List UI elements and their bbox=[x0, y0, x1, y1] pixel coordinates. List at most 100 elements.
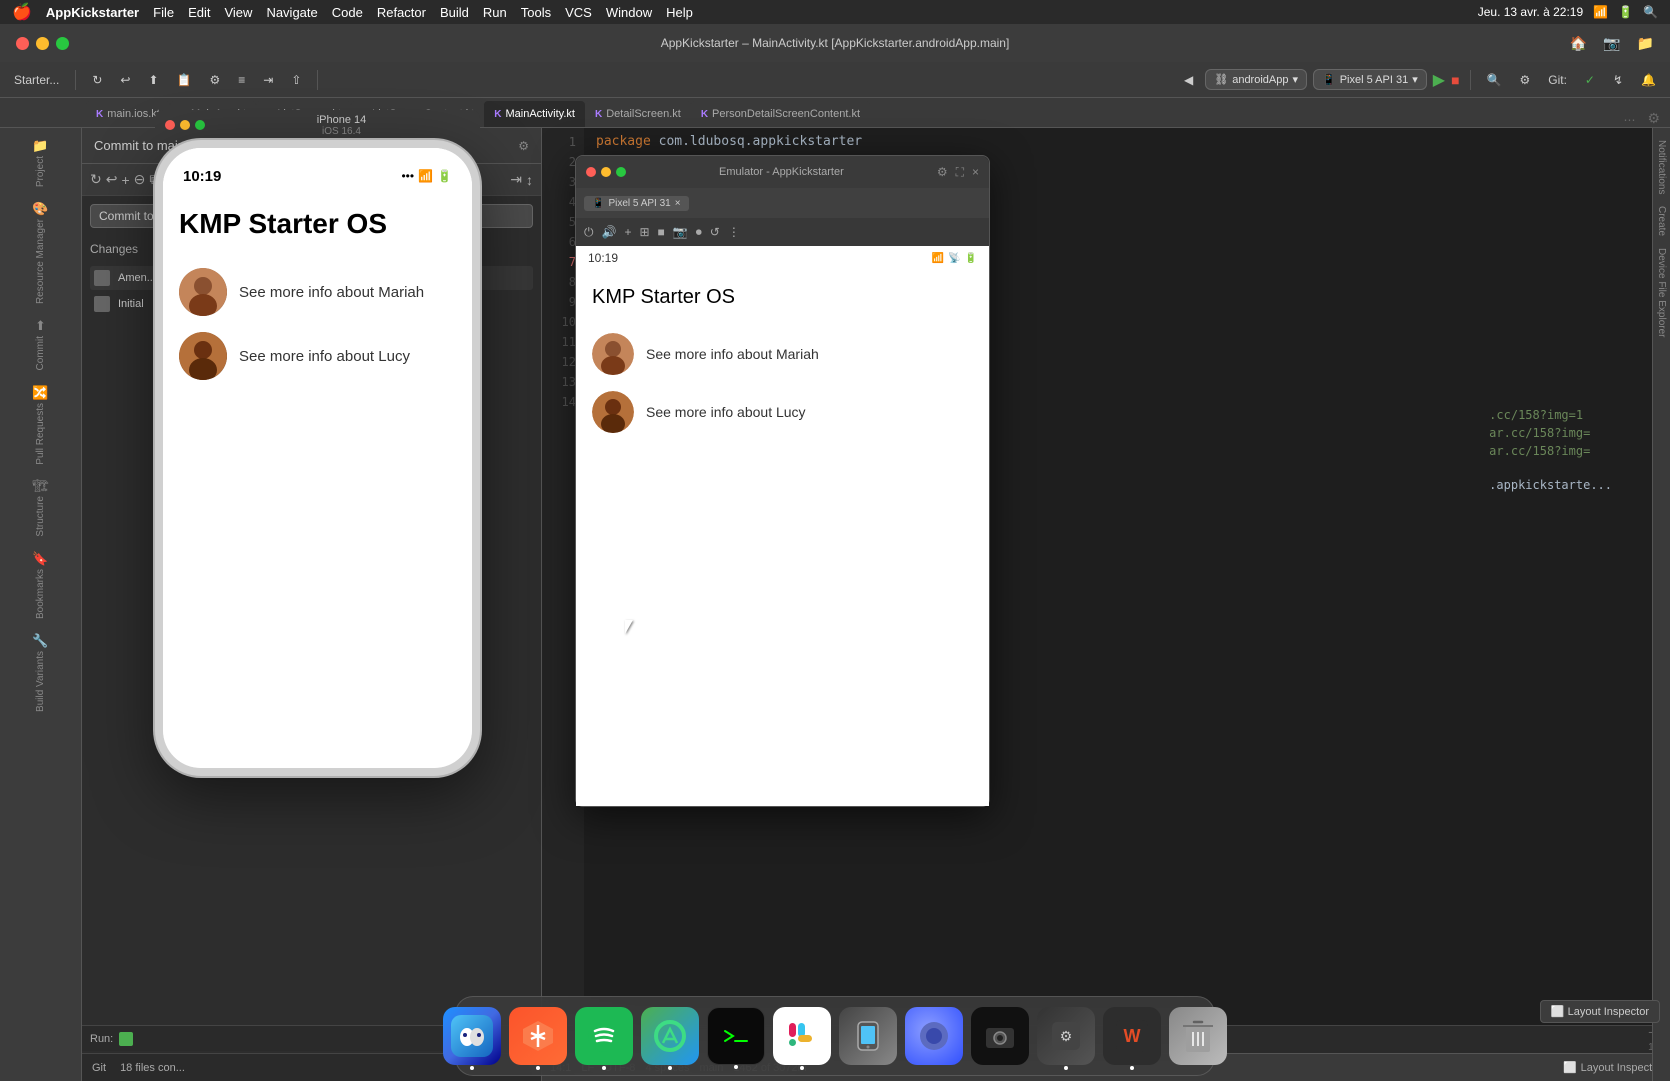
dock-terminal[interactable] bbox=[707, 1007, 765, 1065]
tabs-settings-btn[interactable]: ⚙ bbox=[1641, 110, 1666, 127]
ios-list-item-lucy[interactable]: See more info about Lucy bbox=[179, 324, 456, 388]
git-target-btn[interactable]: ⛓ androidApp ▾ bbox=[1205, 69, 1307, 90]
emulator-settings-icon[interactable]: ⚙ bbox=[937, 165, 948, 180]
layout-inspector-panel[interactable]: ⬜ Layout Inspector bbox=[1540, 1000, 1660, 1023]
emulator-ctrl-rotate[interactable]: ↺ bbox=[710, 225, 720, 239]
menu-view[interactable]: View bbox=[224, 5, 252, 20]
search-icon[interactable]: 🔍 bbox=[1643, 5, 1658, 19]
run-button[interactable]: ▶ bbox=[1433, 70, 1445, 90]
vcs-more-btn[interactable]: ≡ bbox=[232, 71, 251, 89]
tab-mainactivity[interactable]: K MainActivity.kt bbox=[484, 101, 585, 127]
settings-btn[interactable]: ⚙ bbox=[1513, 71, 1536, 89]
emulator-close[interactable] bbox=[586, 167, 596, 177]
dock-extra[interactable]: ⚙ bbox=[1037, 1007, 1095, 1065]
commit-checkbox-2[interactable] bbox=[94, 296, 110, 312]
dock-brave[interactable] bbox=[509, 1007, 567, 1065]
dock-trash[interactable] bbox=[1169, 1007, 1227, 1065]
tab-persondetail[interactable]: K PersonDetailScreenContent.kt bbox=[691, 101, 870, 127]
menu-build[interactable]: Build bbox=[440, 5, 469, 20]
android-list-item-lucy[interactable]: See more info about Lucy bbox=[592, 383, 973, 441]
emulator-ctrl-power[interactable]: ⏻ bbox=[584, 225, 594, 240]
sidebar-item-buildvariants[interactable]: 🔧 Build Variants bbox=[0, 627, 81, 718]
git-sort-btn[interactable]: ↕ bbox=[526, 172, 533, 188]
git-undo-btn[interactable]: ↩ bbox=[106, 171, 118, 188]
menu-edit[interactable]: Edit bbox=[188, 5, 210, 20]
ios-sim-minimize[interactable] bbox=[180, 120, 190, 130]
right-label-notifications[interactable]: Notifications bbox=[1654, 136, 1669, 198]
menu-appname[interactable]: AppKickstarter bbox=[46, 5, 139, 20]
emulator-ctrl-stop[interactable]: ■ bbox=[658, 225, 665, 239]
apple-icon[interactable]: 🍎 bbox=[12, 2, 32, 22]
menu-vcs[interactable]: VCS bbox=[565, 5, 592, 20]
gear-icon[interactable]: ⚙ bbox=[518, 139, 529, 153]
search-everywhere-btn[interactable]: 🔍 bbox=[1481, 71, 1508, 89]
dock-workbench[interactable]: W bbox=[1103, 1007, 1161, 1065]
device-target-btn[interactable]: 📱 Pixel 5 API 31 ▾ bbox=[1313, 69, 1427, 90]
vcs-tools-btn[interactable]: ⚙ bbox=[204, 71, 227, 89]
menu-tools[interactable]: Tools bbox=[521, 5, 551, 20]
emulator-minimize[interactable] bbox=[601, 167, 611, 177]
android-list-item-mariah[interactable]: See more info about Mariah bbox=[592, 325, 973, 383]
sidebar-item-pullreq[interactable]: 🔀 Pull Requests bbox=[0, 379, 81, 471]
git-indent-btn[interactable]: ⇥ bbox=[510, 171, 522, 188]
maximize-button[interactable] bbox=[56, 37, 69, 50]
right-label-create[interactable]: Create bbox=[1654, 202, 1669, 240]
emulator-expand-icon[interactable]: ⛶ bbox=[956, 165, 964, 180]
menu-help[interactable]: Help bbox=[666, 5, 693, 20]
close-button[interactable] bbox=[16, 37, 29, 50]
stop-button[interactable]: ■ bbox=[1451, 72, 1459, 88]
commit-checkbox-1[interactable] bbox=[94, 270, 110, 286]
menu-file[interactable]: File bbox=[153, 5, 174, 20]
dock-spotify[interactable] bbox=[575, 1007, 633, 1065]
emulator-maximize[interactable] bbox=[616, 167, 626, 177]
emulator-ctrl-mode[interactable]: ⊞ bbox=[639, 225, 649, 239]
vcs-commit-btn[interactable]: ⬆ bbox=[142, 71, 164, 89]
dock-circle-app[interactable] bbox=[905, 1007, 963, 1065]
layout-inspector-btn[interactable]: ⬜ Layout Inspector bbox=[1563, 1061, 1662, 1074]
sidebar-item-project[interactable]: 📁 Project bbox=[0, 132, 81, 193]
git-branch-btn[interactable]: Git: bbox=[1542, 71, 1573, 89]
menu-code[interactable]: Code bbox=[332, 5, 363, 20]
tab-detailscreen[interactable]: K DetailScreen.kt bbox=[585, 101, 691, 127]
dock-simulator[interactable] bbox=[839, 1007, 897, 1065]
emulator-tab-close[interactable]: × bbox=[675, 198, 681, 209]
home-icon[interactable]: 🏠 bbox=[1570, 35, 1587, 52]
panel-files-tab[interactable]: 18 files con... bbox=[114, 1060, 191, 1076]
notifications-btn[interactable]: 🔔 bbox=[1635, 71, 1662, 89]
sidebar-item-structure[interactable]: 🏗 Structure bbox=[0, 472, 81, 543]
dock-finder[interactable] bbox=[443, 1007, 501, 1065]
menu-window[interactable]: Window bbox=[606, 5, 652, 20]
emulator-ctrl-vol-up[interactable]: + bbox=[624, 225, 631, 239]
ios-sim-close[interactable] bbox=[165, 120, 175, 130]
nav-back-btn[interactable]: ◀ bbox=[1178, 71, 1199, 89]
dock-android-studio[interactable] bbox=[641, 1007, 699, 1065]
vcs-update-btn[interactable]: ↻ bbox=[86, 71, 108, 89]
ios-list-item-mariah[interactable]: See more info about Mariah bbox=[179, 260, 456, 324]
vcs-push-btn[interactable]: 📋 bbox=[171, 71, 198, 89]
menu-navigate[interactable]: Navigate bbox=[266, 5, 317, 20]
emulator-device-tab[interactable]: 📱 Pixel 5 API 31 × bbox=[584, 196, 689, 211]
emulator-ctrl-more[interactable]: ⋮ bbox=[728, 225, 740, 239]
folder-icon[interactable]: 📁 bbox=[1637, 35, 1654, 52]
menu-run[interactable]: Run bbox=[483, 5, 507, 20]
dock-slack[interactable] bbox=[773, 1007, 831, 1065]
tabs-overflow-btn[interactable]: ⋯ bbox=[1617, 113, 1641, 127]
camera-icon[interactable]: 📷 bbox=[1603, 35, 1620, 52]
emulator-ctrl-record[interactable]: ⏺ bbox=[696, 225, 702, 240]
vcs-indent-btn[interactable]: ⇥ bbox=[257, 71, 279, 89]
vcs-extra-btn[interactable]: ⇧ bbox=[285, 71, 307, 89]
git-add-btn[interactable]: + bbox=[121, 172, 129, 188]
git-revert-btn[interactable]: ⊖ bbox=[134, 171, 146, 188]
minimize-button[interactable] bbox=[36, 37, 49, 50]
menu-refactor[interactable]: Refactor bbox=[377, 5, 426, 20]
panel-git-tab[interactable]: Git bbox=[86, 1060, 112, 1076]
emulator-ctrl-audio[interactable]: 🔊 bbox=[602, 225, 617, 239]
emulator-ctrl-screen[interactable]: 📷 bbox=[673, 225, 688, 239]
sidebar-item-bookmarks[interactable]: 🔖 Bookmarks bbox=[0, 545, 81, 625]
sidebar-item-commit[interactable]: ⬆ Commit bbox=[0, 312, 81, 376]
right-label-device-file[interactable]: Device File Explorer bbox=[1654, 244, 1669, 341]
dock-camera[interactable] bbox=[971, 1007, 1029, 1065]
ios-sim-maximize[interactable] bbox=[195, 120, 205, 130]
sidebar-item-resource[interactable]: 🎨 Resource Manager bbox=[0, 195, 81, 310]
vcs-undo-btn[interactable]: ↩ bbox=[114, 71, 136, 89]
